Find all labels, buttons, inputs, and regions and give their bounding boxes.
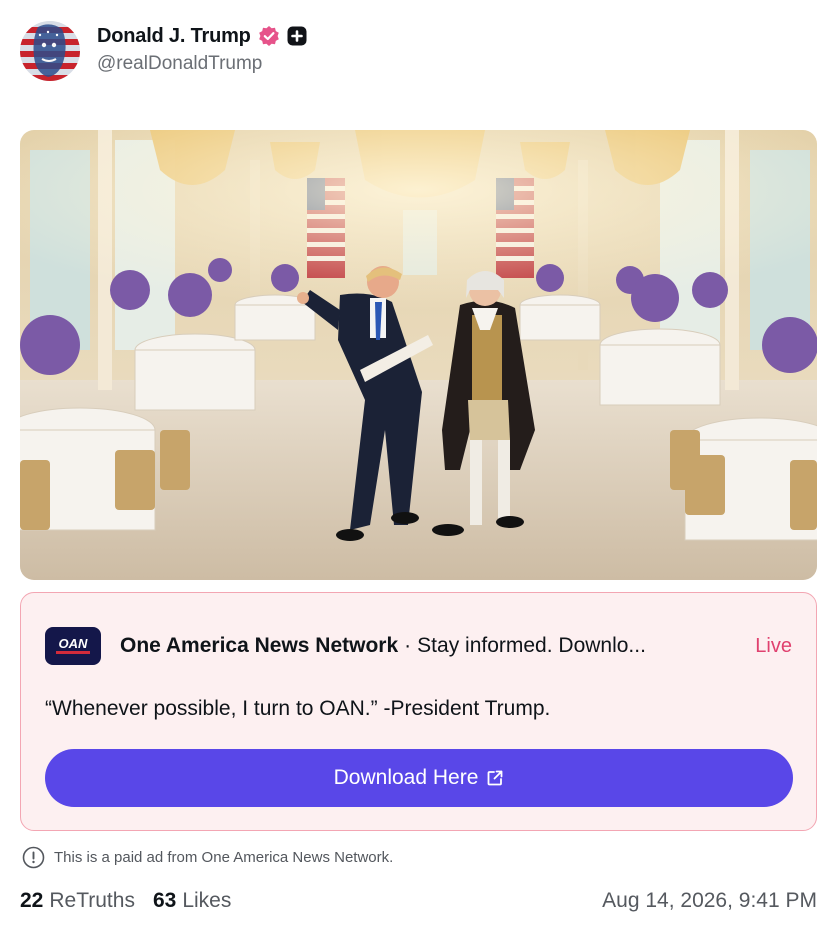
retruths-count: 22 bbox=[20, 889, 44, 912]
info-icon bbox=[22, 846, 45, 869]
ad-card[interactable]: OAN One America News Network · Stay info… bbox=[20, 592, 817, 831]
paid-ad-disclaimer: This is a paid ad from One America News … bbox=[22, 845, 393, 869]
likes-count: 63 bbox=[152, 889, 177, 912]
user-handle[interactable]: @realDonaldTrump bbox=[97, 53, 307, 75]
post-image[interactable] bbox=[20, 130, 817, 580]
download-button[interactable]: Download Here bbox=[45, 749, 793, 807]
separator-dot: · bbox=[404, 634, 412, 657]
post-timestamp[interactable]: Aug 14, 2026, 9:41 PM bbox=[602, 889, 817, 913]
live-badge: Live bbox=[755, 634, 792, 657]
ad-header: OAN One America News Network · Stay info… bbox=[45, 626, 792, 666]
retruths-stat[interactable]: 22 ReTruths bbox=[20, 889, 135, 913]
disclaimer-text: This is a paid ad from One America News … bbox=[54, 848, 394, 866]
logo-text: OAN bbox=[59, 636, 89, 651]
retruths-label: ReTruths bbox=[49, 889, 135, 912]
ad-quote: “Whenever possible, I turn to OAN.” -Pre… bbox=[45, 697, 551, 720]
ad-sponsor-name[interactable]: One America News Network bbox=[120, 634, 398, 658]
verified-badge-icon bbox=[258, 25, 280, 47]
avatar[interactable] bbox=[20, 21, 80, 81]
oan-logo: OAN bbox=[45, 627, 101, 665]
ad-tagline: Stay informed. Downlo... bbox=[417, 634, 646, 657]
post-header: Donald J. Trump @realDonaldTrump bbox=[20, 20, 307, 82]
likes-label: Likes bbox=[182, 889, 232, 912]
external-link-icon bbox=[486, 769, 504, 787]
likes-stat[interactable]: 63 Likes bbox=[153, 889, 231, 913]
download-button-label: Download Here bbox=[333, 766, 479, 789]
post-stats: 22 ReTruths 63 Likes Aug 14, 2026, 9:41 … bbox=[20, 886, 817, 916]
display-name[interactable]: Donald J. Trump bbox=[97, 25, 251, 48]
plus-badge-icon bbox=[287, 26, 307, 46]
